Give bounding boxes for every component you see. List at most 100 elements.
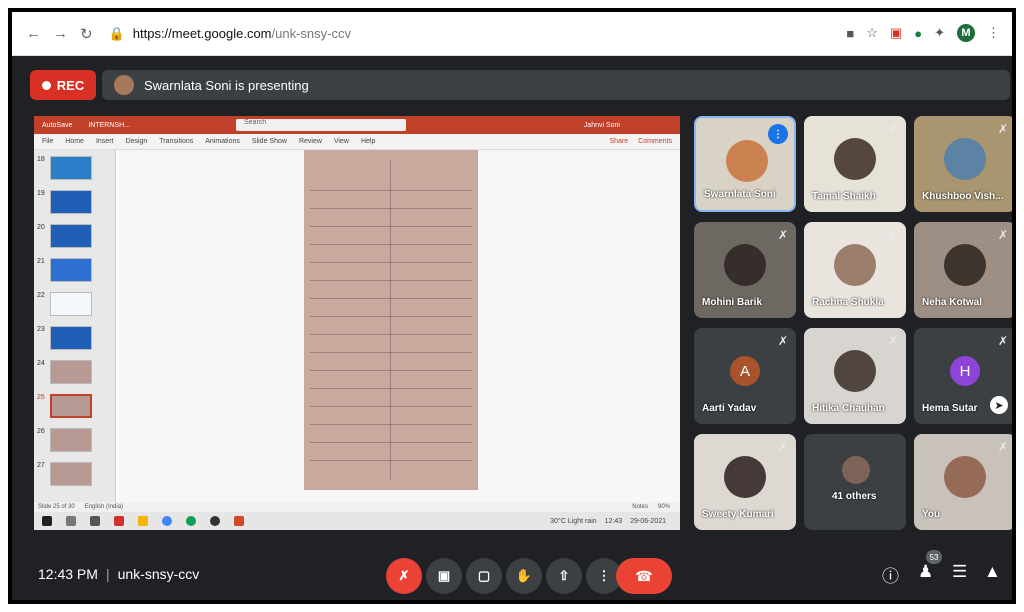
participant-video bbox=[944, 456, 986, 498]
address-bar[interactable]: 🔒 https://meet.google.com/unk-snsy-ccv bbox=[109, 26, 351, 42]
hand-icon: ✋ bbox=[515, 568, 533, 583]
doc-name: INTERNSH... bbox=[88, 121, 130, 129]
rec-label: REC bbox=[56, 77, 85, 93]
participant-tile[interactable]: A ✗ Aarti Yadav bbox=[694, 328, 796, 424]
activities-icon[interactable]: ▲ bbox=[984, 562, 1001, 582]
participant-video bbox=[724, 456, 766, 498]
star-icon[interactable]: ☆ bbox=[866, 25, 878, 41]
participant-tile-self[interactable]: ✗ You bbox=[914, 434, 1012, 530]
participant-name: You bbox=[922, 509, 941, 520]
participant-name: Hitika Chauhan bbox=[812, 403, 885, 414]
ruled-line bbox=[310, 406, 472, 407]
puzzle-icon[interactable]: ✦ bbox=[934, 25, 945, 41]
chat-icon[interactable]: ☰ bbox=[952, 562, 967, 582]
ruled-line bbox=[310, 244, 472, 245]
slide-thumbnail bbox=[50, 428, 92, 452]
participant-video bbox=[834, 138, 876, 180]
raise-hand-button[interactable]: ✋ bbox=[506, 558, 542, 594]
pdf-app-icon bbox=[114, 516, 124, 526]
taskbar-date: 29-06-2021 bbox=[630, 517, 666, 525]
present-icon: ⇧ bbox=[558, 568, 570, 583]
mic-off-icon: ✗ bbox=[887, 334, 898, 348]
ppt-menu-help: Help bbox=[360, 138, 376, 145]
url-host: https://meet.google.com bbox=[132, 26, 272, 41]
camera-icon[interactable]: ■ bbox=[846, 26, 854, 41]
captions-button[interactable]: ▢ bbox=[466, 558, 502, 594]
ruled-line bbox=[310, 262, 472, 263]
more-icon: ⋮ bbox=[597, 568, 611, 583]
camera-toggle-button[interactable]: ▣ bbox=[426, 558, 462, 594]
language-status: English (India) bbox=[84, 504, 124, 510]
participant-tile[interactable]: ✗ Hitika Chauhan bbox=[804, 328, 906, 424]
meeting-code: unk-snsy-ccv bbox=[117, 566, 200, 582]
profile-avatar[interactable]: M bbox=[957, 24, 975, 42]
slide-thumbnail bbox=[50, 326, 92, 350]
camera-icon: ▣ bbox=[437, 568, 451, 583]
recording-badge: REC bbox=[30, 70, 96, 100]
participant-name: Hema Sutar bbox=[922, 403, 978, 414]
participant-video bbox=[834, 244, 876, 286]
participant-tile[interactable]: ✗ Neha Kotwal bbox=[914, 222, 1012, 318]
ppt-menu-view: View bbox=[333, 138, 349, 145]
participant-tile[interactable]: ✗ Sweety Kumari bbox=[694, 434, 796, 530]
participant-video bbox=[834, 350, 876, 392]
participant-tile[interactable]: ✗ Tamal Shaikh bbox=[804, 116, 906, 212]
extension-red-icon[interactable]: ▣ bbox=[890, 25, 902, 41]
screenshot-frame: ← → ↻ 🔒 https://meet.google.com/unk-snsy… bbox=[8, 8, 1016, 604]
participant-name: Swarnlata Soni bbox=[704, 189, 776, 200]
info-icon[interactable]: ⓘ bbox=[882, 562, 899, 587]
chrome-icon bbox=[162, 516, 172, 526]
people-icon[interactable]: ♟ bbox=[918, 562, 933, 582]
browser-toolbar: ← → ↻ 🔒 https://meet.google.com/unk-snsy… bbox=[12, 12, 1012, 56]
notes-button: Notes bbox=[632, 504, 648, 510]
back-icon[interactable]: ← bbox=[26, 25, 41, 43]
ruled-line bbox=[310, 352, 472, 353]
participant-video bbox=[726, 140, 768, 182]
reload-icon[interactable]: ↻ bbox=[80, 25, 93, 43]
slide-canvas bbox=[118, 150, 680, 502]
participant-tile[interactable]: ✗ Mohini Barik bbox=[694, 222, 796, 318]
participant-tile-others[interactable]: 41 others bbox=[804, 434, 906, 530]
slide-thumbnail-selected bbox=[50, 394, 92, 418]
pin-icon[interactable]: ➤ bbox=[990, 396, 1008, 414]
participant-initial: A bbox=[730, 356, 760, 386]
ppt-titlebar: AutoSave INTERNSH... Search Jahnvi Soni bbox=[34, 116, 680, 134]
participant-tile[interactable]: H ✗ Hema Sutar ➤ bbox=[914, 328, 1012, 424]
slide-thumbnail bbox=[50, 224, 92, 248]
ppt-menu-animations: Animations bbox=[205, 138, 240, 145]
participant-tile[interactable]: ✗ Khushboo Vish... bbox=[914, 116, 1012, 212]
extension-green-icon[interactable]: ● bbox=[914, 26, 922, 41]
ruled-line bbox=[310, 298, 472, 299]
mic-off-icon: ✗ bbox=[997, 440, 1008, 454]
leave-call-button[interactable]: ☎ bbox=[616, 558, 672, 594]
shared-screen: AutoSave INTERNSH... Search Jahnvi Soni … bbox=[34, 116, 680, 530]
ruled-line bbox=[310, 388, 472, 389]
ruled-line bbox=[310, 460, 472, 461]
menu-dots-icon[interactable]: ⋮ bbox=[987, 25, 1000, 41]
ppt-menu-transitions: Transitions bbox=[159, 138, 194, 145]
lock-icon: 🔒 bbox=[108, 25, 125, 41]
taskbar-time: 12:43 bbox=[604, 517, 623, 525]
forward-icon[interactable]: → bbox=[53, 25, 68, 43]
windows-taskbar: 30°C Light rain 12:43 29-06-2021 bbox=[34, 512, 680, 530]
participant-initial: H bbox=[950, 356, 980, 386]
ruled-line bbox=[310, 190, 472, 191]
mic-toggle-button[interactable]: ✗ bbox=[386, 558, 422, 594]
others-avatars bbox=[842, 456, 870, 484]
slide-number: 21 bbox=[37, 258, 45, 265]
ruled-line bbox=[310, 316, 472, 317]
slide-number: 20 bbox=[37, 224, 45, 231]
start-icon bbox=[42, 516, 52, 526]
present-button[interactable]: ⇧ bbox=[546, 558, 582, 594]
document-photo bbox=[304, 150, 478, 490]
ruled-line bbox=[310, 208, 472, 209]
ruled-line bbox=[310, 226, 472, 227]
ppt-comments: Comments bbox=[638, 138, 672, 145]
ppt-user: Jahnvi Soni bbox=[583, 121, 620, 129]
ppt-share: Share bbox=[609, 138, 629, 145]
participant-tile[interactable]: ✗ Rachna Shukla bbox=[804, 222, 906, 318]
ppt-menu-slideshow: Slide Show bbox=[251, 138, 287, 145]
presenter-avatar bbox=[114, 75, 134, 95]
participant-name: Tamal Shaikh bbox=[812, 191, 876, 202]
participant-tile[interactable]: ⋮ Swarnlata Soni bbox=[694, 116, 796, 212]
